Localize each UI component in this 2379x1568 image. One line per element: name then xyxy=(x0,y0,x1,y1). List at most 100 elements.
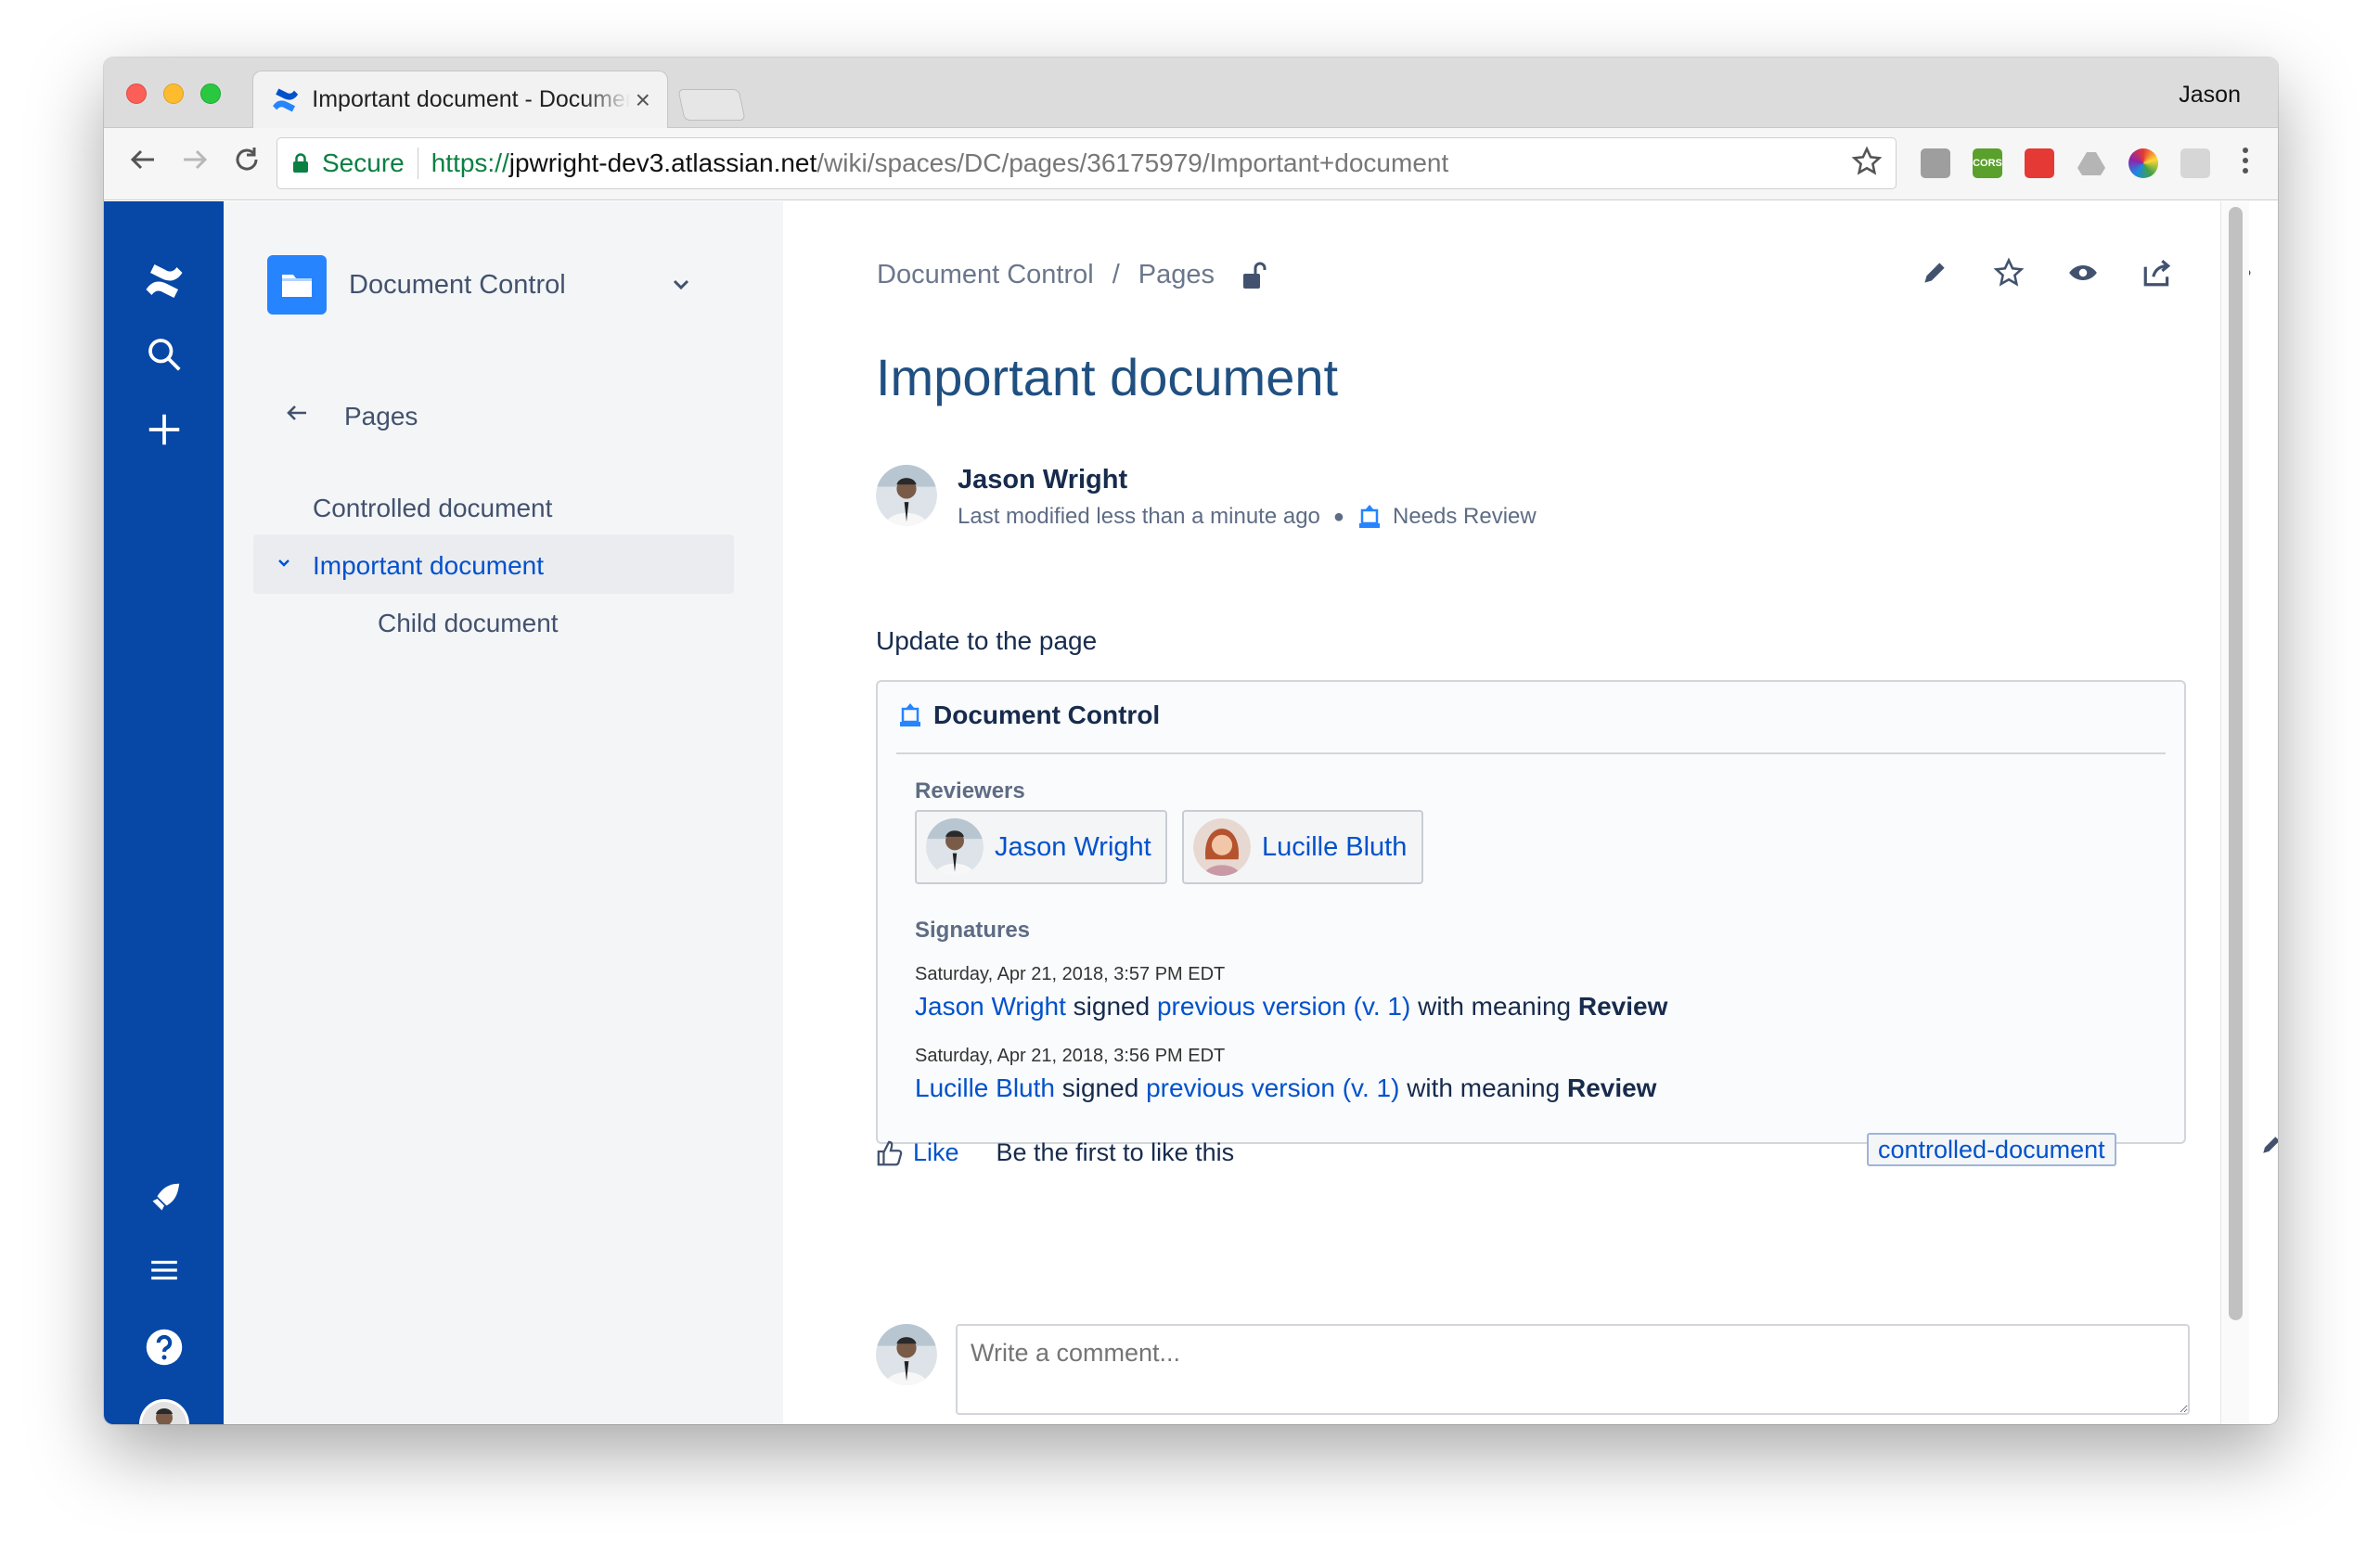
signer-link[interactable]: Jason Wright xyxy=(915,992,1066,1021)
reload-button[interactable] xyxy=(228,145,265,182)
bookmark-star-icon[interactable] xyxy=(1851,146,1883,177)
star-icon[interactable] xyxy=(1993,257,2025,289)
address-bar[interactable]: Secure https://jpwright-dev3.atlassian.n… xyxy=(276,137,1897,189)
arrow-left-icon xyxy=(130,149,154,170)
reviewer-chip-lucille-bluth[interactable]: Lucille Bluth xyxy=(1182,810,1423,884)
title-bar: Important document - Document Control × … xyxy=(104,58,2278,128)
version-link[interactable]: previous version (v. 1) xyxy=(1146,1073,1399,1102)
like-button[interactable]: Like xyxy=(876,1138,959,1167)
chevron-down-icon[interactable] xyxy=(276,554,292,571)
new-tab-button[interactable] xyxy=(677,89,746,121)
signer-link[interactable]: Lucille Bluth xyxy=(915,1073,1055,1102)
version-link[interactable]: previous version (v. 1) xyxy=(1157,992,1410,1021)
signature-meaning-text: with meaning xyxy=(1407,1073,1561,1102)
profile-avatar-button[interactable] xyxy=(104,1398,224,1424)
confluence-icon xyxy=(273,88,299,111)
scrollbar-track[interactable] xyxy=(2220,201,2249,1424)
scrollbar-thumb[interactable] xyxy=(2229,207,2243,1320)
url-host: jpwright-dev3.atlassian.net xyxy=(508,148,817,177)
reviewer-chip-jason-wright[interactable]: Jason Wright xyxy=(915,810,1167,884)
secure-label: Secure xyxy=(322,148,405,177)
extension-icon-6[interactable] xyxy=(2180,148,2210,178)
extension-lastpass-icon[interactable] xyxy=(2025,148,2054,178)
reviewer-name: Jason Wright xyxy=(995,831,1151,862)
browser-toolbar: Secure https://jpwright-dev3.atlassian.n… xyxy=(104,128,2278,200)
byline-meta: Last modified less than a minute ago ● N… xyxy=(958,503,1537,531)
confluence-logo-icon xyxy=(146,264,182,298)
author-name[interactable]: Jason Wright xyxy=(958,465,1537,495)
page-byline: Jason Wright Last modified less than a m… xyxy=(876,465,1537,531)
forward-button[interactable] xyxy=(176,145,213,182)
browser-tab[interactable]: Important document - Document Control × xyxy=(252,71,668,128)
url-path: /wiki/spaces/DC/pages/36175979/Important… xyxy=(817,148,1449,177)
author-avatar[interactable] xyxy=(876,465,937,526)
back-button[interactable] xyxy=(124,145,161,182)
like-label: Like xyxy=(913,1138,959,1166)
extension-cors-icon[interactable]: CORS xyxy=(1973,148,2002,178)
help-button[interactable] xyxy=(104,1327,224,1368)
confluence-home-button[interactable] xyxy=(104,259,224,303)
document-control-title: Document Control xyxy=(933,700,1161,729)
chevron-down-icon[interactable] xyxy=(671,274,691,294)
page-title: Important document xyxy=(876,348,1339,406)
share-icon[interactable] xyxy=(2141,257,2173,289)
edit-pencil-icon[interactable] xyxy=(1919,257,1950,289)
profile-name[interactable]: Jason xyxy=(2179,82,2241,109)
space-header[interactable]: Document Control xyxy=(267,255,566,315)
panel-divider xyxy=(896,752,2166,754)
close-window-button[interactable] xyxy=(126,84,147,104)
thumbs-up-icon xyxy=(877,1140,903,1165)
watch-eye-icon[interactable] xyxy=(2067,257,2099,289)
meta-dot: ● xyxy=(1332,506,1344,527)
unlock-icon[interactable] xyxy=(1242,261,1267,290)
avatar xyxy=(876,1324,937,1385)
page-body-text: Update to the page xyxy=(876,626,1098,655)
browser-menu-button[interactable] xyxy=(2241,145,2250,185)
last-modified[interactable]: Last modified less than a minute ago xyxy=(958,504,1320,530)
zoom-window-button[interactable] xyxy=(200,84,221,104)
back-pages-label: Pages xyxy=(344,402,418,431)
signature-line: Lucille Bluth signed previous version (v… xyxy=(915,1073,1656,1103)
signature-line: Jason Wright signed previous version (v.… xyxy=(915,992,1667,1022)
tree-item-important-document[interactable]: Important document xyxy=(313,551,544,581)
breadcrumb-pages[interactable]: Pages xyxy=(1138,260,1215,290)
avatar xyxy=(1193,818,1251,876)
tab-title: Important document - Document Control xyxy=(312,86,629,112)
tab-close-icon[interactable]: × xyxy=(636,85,650,115)
avatar xyxy=(138,1399,189,1424)
document-status-icon xyxy=(900,703,920,726)
menu-button[interactable] xyxy=(104,1254,224,1286)
more-vertical-icon xyxy=(2243,148,2248,174)
create-button[interactable] xyxy=(104,411,224,448)
breadcrumb-space[interactable]: Document Control xyxy=(877,260,1094,290)
tree-item-child-document[interactable]: Child document xyxy=(378,609,559,638)
notifications-button[interactable] xyxy=(104,1180,224,1217)
like-summary: Be the first to like this xyxy=(996,1138,1235,1166)
signature-date: Saturday, Apr 21, 2018, 3:57 PM EDT xyxy=(915,964,1226,984)
comment-input[interactable] xyxy=(956,1324,2190,1415)
extension-drive-icon[interactable] xyxy=(2077,148,2106,178)
arrow-right-icon xyxy=(184,149,208,170)
space-name: Document Control xyxy=(349,269,566,300)
search-button[interactable] xyxy=(104,336,224,373)
edit-labels-pencil-icon[interactable] xyxy=(2258,1132,2278,1158)
extension-icon-1[interactable] xyxy=(1921,148,1950,178)
confluence-app: Document Control Pages Controlled docume… xyxy=(104,201,2278,1424)
like-row: Like Be the first to like this xyxy=(876,1138,1234,1167)
hamburger-icon xyxy=(150,1260,177,1280)
extension-color-icon[interactable] xyxy=(2128,148,2158,178)
minimize-window-button[interactable] xyxy=(163,84,184,104)
browser-window: Important document - Document Control × … xyxy=(104,58,2278,1424)
tree-item-controlled-document[interactable]: Controlled document xyxy=(313,494,552,523)
page-label-tag[interactable]: controlled-document xyxy=(1867,1133,2116,1166)
signature-meaning: Review xyxy=(1577,992,1668,1021)
breadcrumb: Document Control / Pages xyxy=(877,260,1267,290)
arrow-left-icon xyxy=(285,401,344,432)
space-sidebar: Document Control Pages Controlled docume… xyxy=(224,201,783,1424)
document-control-panel: Document Control Reviewers Jason Wright xyxy=(876,680,2186,1144)
reload-icon xyxy=(236,148,258,171)
signature-date: Saturday, Apr 21, 2018, 3:56 PM EDT xyxy=(915,1046,1226,1066)
lock-icon xyxy=(293,153,308,173)
back-to-pages-link[interactable]: Pages xyxy=(285,401,418,432)
url-scheme: https:// xyxy=(431,148,509,177)
